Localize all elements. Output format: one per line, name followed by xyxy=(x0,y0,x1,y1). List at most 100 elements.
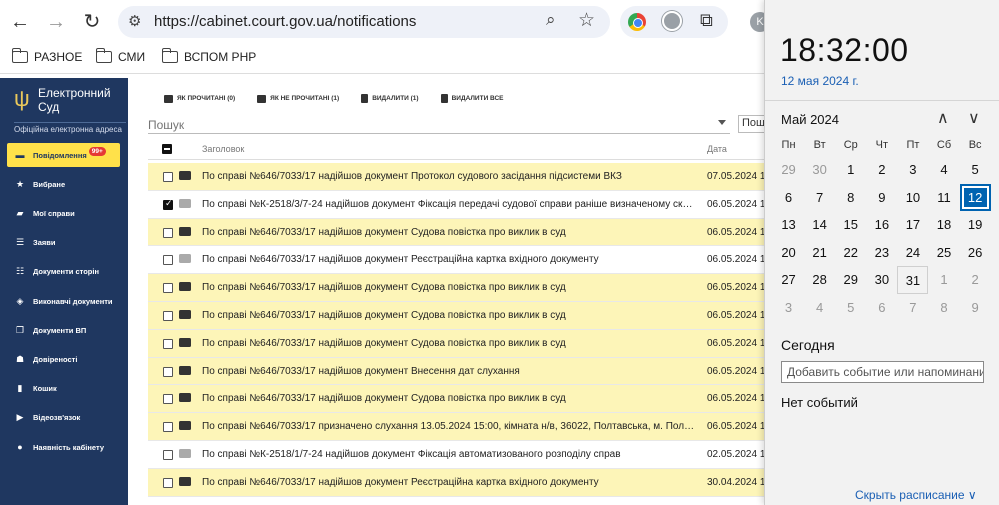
calendar-day[interactable]: 27 xyxy=(773,266,804,294)
calendar-day[interactable]: 6 xyxy=(773,184,804,212)
calendar-day[interactable]: 2 xyxy=(960,266,991,294)
calendar-day[interactable]: 5 xyxy=(835,294,866,322)
row-checkbox[interactable] xyxy=(163,366,173,377)
calendar-month-title[interactable]: Май 2024 xyxy=(781,112,839,127)
color-extension-icon[interactable] xyxy=(628,13,646,31)
row-title[interactable]: По справі №К-2518/1/7-24 надійшов докуме… xyxy=(202,449,696,460)
hide-schedule-link[interactable]: Скрыть расписание ∨ xyxy=(855,488,977,502)
calendar-day[interactable]: 15 xyxy=(835,211,866,239)
calendar-day[interactable]: 29 xyxy=(835,266,866,294)
calendar-day[interactable]: 28 xyxy=(804,266,835,294)
chevron-up-icon[interactable]: ∧ xyxy=(937,108,949,128)
reload-icon[interactable]: ↻ xyxy=(80,10,104,34)
calendar-day[interactable]: 30 xyxy=(866,266,897,294)
sidebar-item-favorites[interactable]: ★ Вибране xyxy=(7,172,120,196)
search-icon[interactable]: ⌕ xyxy=(546,10,556,30)
extensions-puzzle-icon[interactable]: ⧉ xyxy=(700,10,713,31)
calendar-day[interactable]: 9 xyxy=(866,184,897,212)
row-checkbox[interactable] xyxy=(163,310,173,321)
row-title[interactable]: По справі №646/7033/17 надійшов документ… xyxy=(202,282,696,293)
row-title[interactable]: По справі №646/7033/17 надійшов документ… xyxy=(202,366,696,377)
table-row[interactable]: По справі №646/7033/17 надійшов документ… xyxy=(148,301,771,330)
sidebar-item-powers-of-attorney[interactable]: ☗ Довіреності xyxy=(7,347,120,371)
calendar-day[interactable]: 6 xyxy=(866,294,897,322)
calendar-day[interactable]: 2 xyxy=(866,156,897,184)
calendar-day[interactable]: 19 xyxy=(960,211,991,239)
site-settings-icon[interactable]: ⚙ xyxy=(128,12,141,30)
column-header-title[interactable]: Заголовок xyxy=(202,144,244,154)
sidebar-item-party-documents[interactable]: ☷ Документи сторін xyxy=(7,259,120,283)
table-row[interactable]: По справі №646/7033/17 надійшов документ… xyxy=(148,468,771,497)
table-row[interactable]: По справі №646/7033/17 надійшов документ… xyxy=(148,246,771,275)
calendar-day[interactable]: 16 xyxy=(866,211,897,239)
row-checkbox[interactable] xyxy=(163,449,173,460)
row-title[interactable]: По справі №646/7033/17 надійшов документ… xyxy=(202,338,696,349)
sidebar-item-video-call[interactable]: ▶ Відеозв'язок xyxy=(7,405,120,429)
back-icon[interactable]: ← xyxy=(8,10,32,34)
row-checkbox[interactable] xyxy=(163,198,173,210)
calendar-day[interactable]: 11 xyxy=(928,184,959,212)
globe-extension-icon[interactable] xyxy=(662,11,682,31)
calendar-day[interactable]: 13 xyxy=(773,211,804,239)
row-title[interactable]: По справі №646/7033/17 надійшов документ… xyxy=(202,171,696,182)
calendar-day[interactable]: 7 xyxy=(897,294,928,322)
row-title[interactable]: По справі №646/7033/17 надійшов документ… xyxy=(202,393,696,404)
calendar-day[interactable]: 25 xyxy=(928,239,959,267)
select-all-checkbox[interactable] xyxy=(162,144,172,154)
calendar-day-today[interactable]: 12 xyxy=(959,183,991,212)
delete-button[interactable]: ВИДАЛИТИ (1) xyxy=(361,94,419,103)
row-title[interactable]: По справі №646/7033/17 надійшов документ… xyxy=(202,310,696,321)
calendar-day[interactable]: 22 xyxy=(835,239,866,267)
sidebar-item-applications[interactable]: ☰ Заяви xyxy=(7,230,120,254)
calendar-day[interactable]: 5 xyxy=(960,156,991,184)
calendar-day[interactable]: 24 xyxy=(897,239,928,267)
column-header-date[interactable]: Дата xyxy=(707,144,727,154)
calendar-day[interactable]: 31 xyxy=(897,266,929,294)
calendar-day[interactable]: 29 xyxy=(773,156,804,184)
delete-all-button[interactable]: ВИДАЛИТИ ВСЕ xyxy=(440,94,504,103)
calendar-day[interactable]: 4 xyxy=(804,294,835,322)
row-title[interactable]: По справі №646/7033/17 призначено слухан… xyxy=(202,421,696,432)
table-row[interactable]: По справі №646/7033/17 надійшов документ… xyxy=(148,163,771,191)
search-dropdown-icon[interactable] xyxy=(718,120,726,125)
table-row[interactable]: По справі №646/7033/17 призначено слухан… xyxy=(148,413,771,441)
bookmark-folder-smi[interactable]: СМИ xyxy=(95,48,145,64)
calendar-day[interactable]: 14 xyxy=(804,211,835,239)
calendar-day[interactable]: 1 xyxy=(928,266,959,294)
calendar-day[interactable]: 26 xyxy=(960,239,991,267)
calendar-day[interactable]: 18 xyxy=(928,211,959,239)
row-checkbox[interactable] xyxy=(163,422,173,433)
sidebar-item-notifications[interactable]: ▬ Повідомлення 99+ xyxy=(7,143,120,167)
bookmark-folder-vspom[interactable]: ВСПОМ РНР xyxy=(161,48,256,64)
row-title[interactable]: По справі №646/7033/17 надійшов документ… xyxy=(202,254,696,265)
mark-read-button[interactable]: ЯК ПРОЧИТАНІ (0) xyxy=(164,94,235,103)
row-checkbox[interactable] xyxy=(163,394,173,405)
row-checkbox[interactable] xyxy=(163,255,173,266)
table-row[interactable]: По справі №646/7033/17 надійшов документ… xyxy=(148,385,771,414)
url-text[interactable]: https://cabinet.court.gov.ua/notificatio… xyxy=(154,13,416,30)
calendar-day[interactable]: 3 xyxy=(897,156,928,184)
bookmark-folder-raznoe[interactable]: РАЗНОЕ xyxy=(11,48,82,64)
chevron-down-icon[interactable]: ∨ xyxy=(968,108,980,128)
bookmark-star-icon[interactable]: ☆ xyxy=(578,9,595,32)
calendar-day[interactable]: 8 xyxy=(928,294,959,322)
sidebar-item-enforcement-documents[interactable]: ◈ Виконавчі документи xyxy=(7,289,120,313)
search-input[interactable] xyxy=(148,118,708,132)
table-row[interactable]: По справі №646/7033/17 надійшов документ… xyxy=(148,274,771,302)
table-row[interactable]: По справі №646/7033/17 надійшов документ… xyxy=(148,218,771,247)
calendar-day[interactable]: 4 xyxy=(928,156,959,184)
calendar-day[interactable]: 20 xyxy=(773,239,804,267)
row-title[interactable]: По справі №К-2518/3/7-24 надійшов докуме… xyxy=(202,199,696,210)
calendar-day[interactable]: 10 xyxy=(897,184,928,212)
calendar-day[interactable]: 17 xyxy=(897,211,928,239)
calendar-day[interactable]: 1 xyxy=(835,156,866,184)
row-checkbox[interactable] xyxy=(163,283,173,294)
table-row[interactable]: По справі №646/7033/17 надійшов документ… xyxy=(148,357,771,386)
sidebar-item-cabinet-availability[interactable]: ● Наявність кабінету xyxy=(7,435,120,459)
sidebar-item-trash[interactable]: ▮ Кошик xyxy=(7,376,120,400)
forward-icon[interactable]: → xyxy=(44,10,68,34)
calendar-day[interactable]: 30 xyxy=(804,156,835,184)
row-title[interactable]: По справі №646/7033/17 надійшов документ… xyxy=(202,477,696,488)
calendar-day[interactable]: 7 xyxy=(804,184,835,212)
add-event-input[interactable]: Добавить событие или напоминание xyxy=(781,361,984,383)
